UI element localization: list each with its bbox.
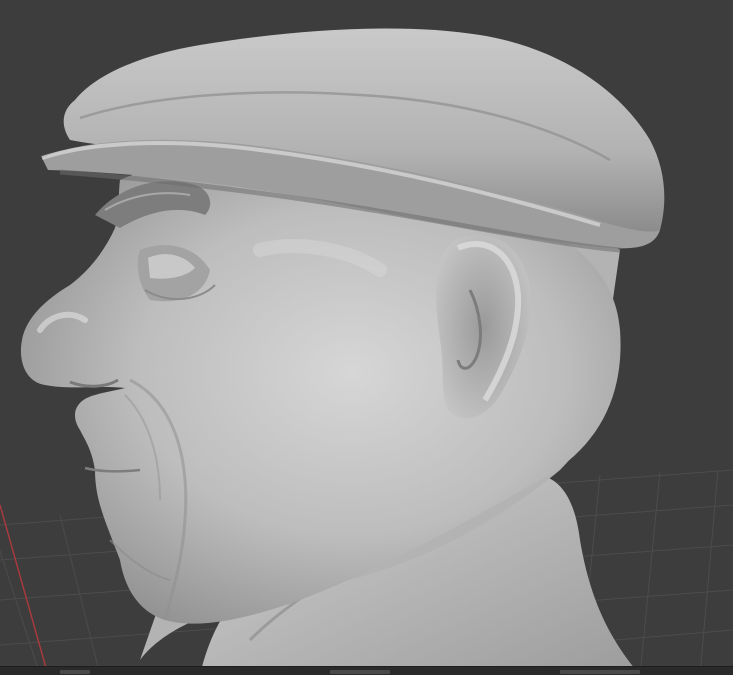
scroll-marker bbox=[560, 670, 640, 674]
scroll-marker bbox=[60, 670, 90, 674]
3d-viewport[interactable] bbox=[0, 0, 733, 675]
viewport-scene[interactable] bbox=[0, 0, 733, 675]
x-axis-line bbox=[0, 504, 49, 675]
scroll-marker bbox=[330, 670, 390, 674]
viewport-bottom-bar bbox=[0, 666, 733, 675]
